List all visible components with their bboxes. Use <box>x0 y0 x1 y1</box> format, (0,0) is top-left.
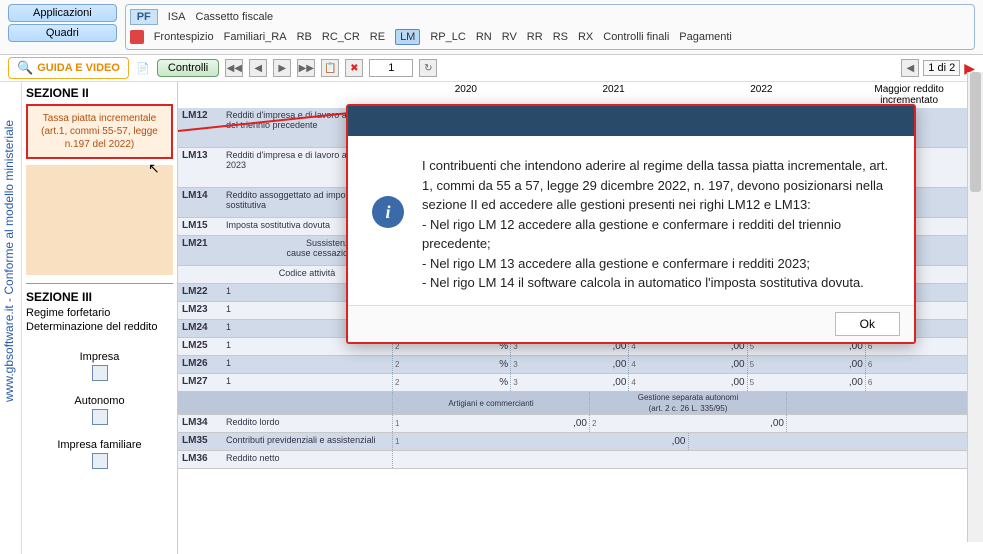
magnify-icon: 🔍 <box>17 60 33 76</box>
tab-pagamenti[interactable]: Pagamenti <box>679 31 732 43</box>
gestione-label: Gestione separata autonomi <box>638 393 739 402</box>
sezione2-title: SEZIONE II <box>26 86 173 100</box>
first-page-button[interactable]: ◀◀ <box>225 59 243 77</box>
sezione3-title: SEZIONE III <box>26 290 173 304</box>
tab-rccr[interactable]: RC_CR <box>322 31 360 43</box>
row-lm34-header: Artigiani e commercianti Gestione separat… <box>178 392 983 415</box>
info-icon: i <box>372 196 404 228</box>
tab-rn[interactable]: RN <box>476 31 492 43</box>
lm26-code: LM26 <box>178 356 222 373</box>
side-label: www.gbsoftware.it - Conforme al modello … <box>2 120 16 402</box>
impresa-label: Impresa <box>26 351 173 363</box>
lm34-desc: Reddito lordo <box>222 415 392 432</box>
lm36-desc: Reddito netto <box>222 451 392 468</box>
orange-placeholder <box>26 165 173 275</box>
delete-page-icon[interactable]: ✖ <box>345 59 363 77</box>
lm13-code: LM13 <box>178 148 222 187</box>
tab-isa[interactable]: ISA <box>168 11 186 23</box>
cursor-icon: ↖ <box>148 160 160 177</box>
top-toolbar: Applicazioni Quadri PF ISA Cassetto fisc… <box>0 0 983 55</box>
tab-re[interactable]: RE <box>370 31 385 43</box>
guida-video-button[interactable]: 🔍 GUIDA E VIDEO <box>8 57 129 79</box>
guida-label: GUIDA E VIDEO <box>37 62 120 74</box>
quadri-button[interactable]: Quadri <box>8 24 117 42</box>
applicazioni-button[interactable]: Applicazioni <box>8 4 117 22</box>
refresh-icon[interactable]: ↻ <box>419 59 437 77</box>
tab-controlli-finali[interactable]: Controlli finali <box>603 31 669 43</box>
lm24-code: LM24 <box>178 320 222 337</box>
tab-strip: PF ISA Cassetto fiscale Frontespizio Fam… <box>125 4 975 50</box>
info-dialog: i I contribuenti che intendono aderire a… <box>346 104 916 344</box>
row-lm35[interactable]: LM35 Contributi previdenziali e assisten… <box>178 433 983 451</box>
ok-button[interactable]: Ok <box>835 312 900 336</box>
lm22-code: LM22 <box>178 284 222 301</box>
lm34-code: LM34 <box>178 415 222 432</box>
lm27-code: LM27 <box>178 374 222 391</box>
impresa-familiare-checkbox[interactable] <box>92 453 108 469</box>
sezione3: SEZIONE III Regime forfetario Determinaz… <box>26 283 173 469</box>
nav-toolbar: 🔍 GUIDA E VIDEO 📄 Controlli ◀◀ ◀ ▶ ▶▶ 📋 ✖… <box>0 55 983 82</box>
lm21-code: LM21 <box>178 236 222 265</box>
row-lm27[interactable]: LM271 2%3,004,005,006 <box>178 374 983 392</box>
tab-frontespizio[interactable]: Frontespizio <box>154 31 214 43</box>
impresa-checkbox[interactable] <box>92 365 108 381</box>
row-lm34[interactable]: LM34 Reddito lordo 1,002,00,00 <box>178 415 983 433</box>
tab-cassetto[interactable]: Cassetto fiscale <box>196 11 274 23</box>
lm23-code: LM23 <box>178 302 222 319</box>
lm15-code: LM15 <box>178 218 222 235</box>
tab-rs[interactable]: RS <box>553 31 568 43</box>
next-page-button[interactable]: ▶ <box>273 59 291 77</box>
row-lm36[interactable]: LM36 Reddito netto <box>178 451 983 469</box>
pdf-icon[interactable] <box>130 30 144 44</box>
nav-left-button[interactable]: ◀ <box>901 59 919 77</box>
tab-pf[interactable]: PF <box>130 9 158 25</box>
lm25-code: LM25 <box>178 338 222 355</box>
scrollbar[interactable] <box>967 72 983 542</box>
tab-rr[interactable]: RR <box>527 31 543 43</box>
controlli-button[interactable]: Controlli <box>157 59 219 77</box>
pdf-export-icon[interactable]: 📄 <box>135 60 151 76</box>
dialog-footer: Ok <box>348 305 914 342</box>
last-page-button[interactable]: ▶▶ <box>297 59 315 77</box>
dialog-text: I contribuenti che intendono aderire al … <box>422 156 890 293</box>
lm35-code: LM35 <box>178 433 222 450</box>
tassa-piatta-box[interactable]: Tassa piatta incrementale (art.1, commi … <box>26 104 173 159</box>
lm35-desc: Contributi previdenziali e assistenziali <box>222 433 392 450</box>
tab-rv[interactable]: RV <box>502 31 517 43</box>
tab-rb[interactable]: RB <box>297 31 312 43</box>
side-vertical-text: www.gbsoftware.it - Conforme al modello … <box>0 82 22 554</box>
sezione3-subtitle: Regime forfetario Determinazione del red… <box>26 306 173 335</box>
lm14-code: LM14 <box>178 188 222 217</box>
tab-lm[interactable]: LM <box>395 29 420 45</box>
impresa-familiare-label: Impresa familiare <box>26 439 173 451</box>
tab-familiari[interactable]: Familiari_RA <box>224 31 287 43</box>
tab-rx[interactable]: RX <box>578 31 593 43</box>
autonomo-label: Autonomo <box>26 395 173 407</box>
gestione-sub: (art. 2 c. 26 L. 335/95) <box>649 404 728 413</box>
autonomo-checkbox[interactable] <box>92 409 108 425</box>
row-lm26[interactable]: LM261 2%3,004,005,006 <box>178 356 983 374</box>
scrollbar-thumb[interactable] <box>970 72 981 192</box>
new-page-icon[interactable]: 📋 <box>321 59 339 77</box>
artigiani-label: Artigiani e commercianti <box>392 392 589 414</box>
tab-rplc[interactable]: RP_LC <box>430 31 465 43</box>
dialog-header <box>348 106 914 136</box>
left-buttons: Applicazioni Quadri <box>8 4 117 42</box>
page-counter: 1 di 2 <box>923 60 960 76</box>
left-column: SEZIONE II Tassa piatta incrementale (ar… <box>22 82 177 554</box>
prev-page-button[interactable]: ◀ <box>249 59 267 77</box>
lm36-code: LM36 <box>178 451 222 468</box>
page-input[interactable] <box>369 59 413 77</box>
